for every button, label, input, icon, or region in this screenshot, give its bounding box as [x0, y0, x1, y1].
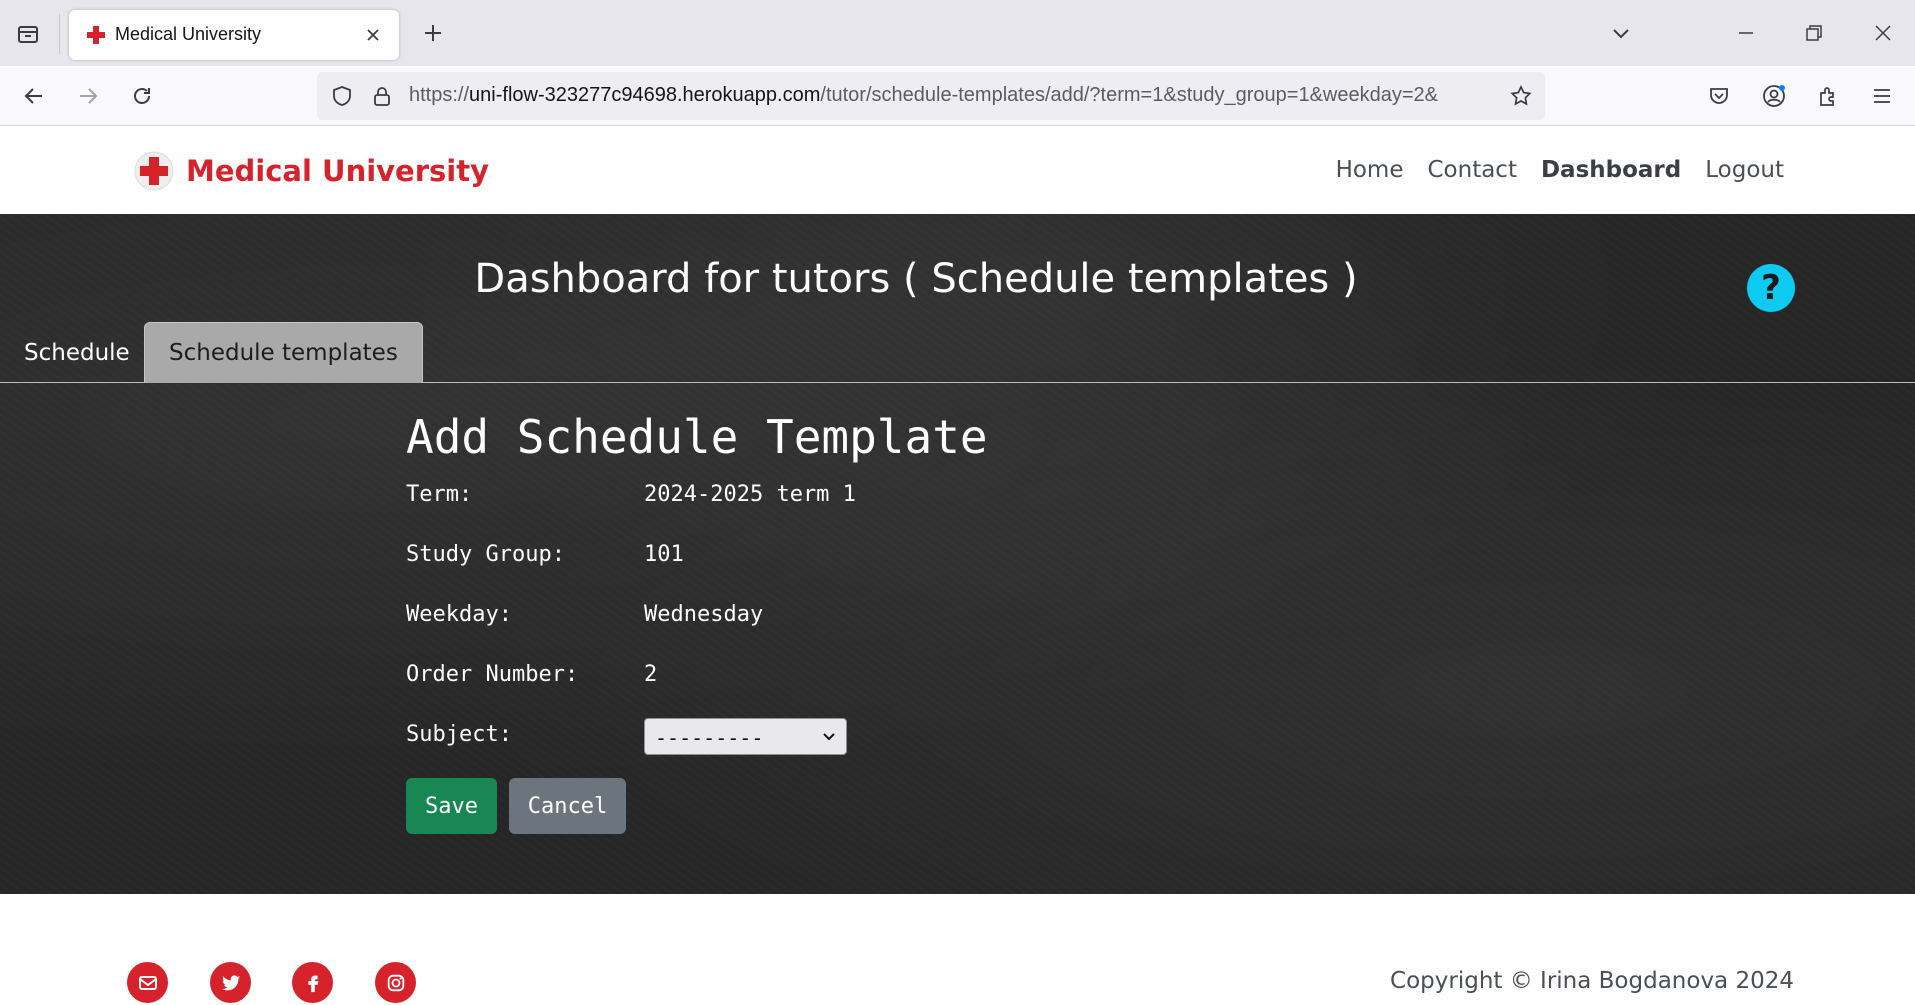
url-path: /tutor/schedule-templates/add/?term=1&st…	[820, 84, 1438, 106]
url-host: uni-flow-323277c94698.herokuapp.com	[469, 84, 821, 106]
instagram-icon[interactable]	[375, 962, 416, 1003]
tab-divider	[59, 14, 60, 54]
nav-home[interactable]: Home	[1336, 157, 1404, 183]
address-bar[interactable]: https://uni-flow-323277c94698.herokuapp.…	[317, 72, 1545, 120]
account-icon[interactable]	[1757, 79, 1791, 113]
email-icon[interactable]	[127, 962, 168, 1003]
lock-icon[interactable]	[369, 83, 395, 109]
red-cross-icon	[85, 24, 107, 46]
chevron-down-icon	[823, 733, 835, 741]
restore-icon[interactable]	[1797, 16, 1831, 50]
page-title: Dashboard for tutors ( Schedule template…	[474, 256, 1358, 302]
nav-logout[interactable]: Logout	[1705, 157, 1784, 183]
facebook-icon[interactable]	[292, 962, 333, 1003]
extensions-icon[interactable]	[1811, 79, 1845, 113]
brand-link[interactable]: Medical University	[134, 151, 489, 191]
term-label: Term:	[406, 482, 473, 507]
tab-schedule-templates[interactable]: Schedule templates	[144, 322, 423, 383]
close-icon[interactable]	[361, 23, 385, 47]
twitter-icon[interactable]	[210, 962, 251, 1003]
dashboard-tabs: Schedule Schedule templates	[0, 322, 1915, 383]
browser-nav-bar: https://uni-flow-323277c94698.herokuapp.…	[0, 66, 1915, 126]
back-arrow-icon[interactable]	[17, 79, 51, 113]
weekday-value: Wednesday	[644, 602, 764, 627]
help-icon[interactable]: ?	[1747, 264, 1795, 312]
new-tab-button[interactable]	[418, 18, 448, 48]
url-prefix: https://	[409, 84, 470, 106]
term-value: 2024-2025 term 1	[644, 482, 856, 507]
site-footer: Copyright © Irina Bogdanova 2024	[0, 894, 1915, 1005]
site-header: Medical University Home Contact Dashboar…	[0, 127, 1915, 214]
minimize-icon[interactable]	[1729, 16, 1763, 50]
copyright-text: Copyright © Irina Bogdanova 2024	[1390, 968, 1794, 994]
browser-tab[interactable]: Medical University	[69, 10, 399, 60]
shield-icon[interactable]	[329, 83, 355, 109]
save-button[interactable]: Save	[406, 778, 497, 834]
order-number-label: Order Number:	[406, 662, 579, 687]
site-nav: Home Contact Dashboard Logout	[1336, 157, 1784, 183]
bookmark-star-icon[interactable]	[1507, 82, 1535, 110]
logo-icon	[134, 151, 174, 191]
url-text[interactable]: https://uni-flow-323277c94698.herokuapp.…	[409, 84, 1479, 107]
brand-name: Medical University	[186, 154, 489, 188]
main-content: Dashboard for tutors ( Schedule template…	[0, 214, 1915, 894]
tab-schedule[interactable]: Schedule	[0, 322, 154, 383]
reload-icon[interactable]	[125, 79, 159, 113]
weekday-label: Weekday:	[406, 602, 512, 627]
forward-arrow-icon[interactable]	[71, 79, 105, 113]
study-group-value: 101	[644, 542, 684, 567]
cancel-button[interactable]: Cancel	[509, 778, 626, 834]
order-number-value: 2	[644, 662, 658, 687]
window-close-icon[interactable]	[1866, 16, 1900, 50]
tab-title: Medical University	[115, 24, 262, 44]
nav-dashboard[interactable]: Dashboard	[1541, 157, 1681, 183]
list-all-tabs-icon[interactable]	[14, 20, 42, 48]
browser-tab-bar: Medical University	[0, 0, 1915, 66]
subject-label: Subject:	[406, 722, 512, 747]
subject-selected-value: ---------	[655, 726, 764, 750]
pocket-icon[interactable]	[1702, 79, 1736, 113]
form-title: Add Schedule Template	[406, 410, 988, 464]
study-group-label: Study Group:	[406, 542, 565, 567]
chevron-down-icon[interactable]	[1604, 16, 1638, 50]
subject-select[interactable]: ---------	[644, 718, 847, 755]
nav-contact[interactable]: Contact	[1427, 157, 1516, 183]
menu-icon[interactable]	[1865, 79, 1899, 113]
